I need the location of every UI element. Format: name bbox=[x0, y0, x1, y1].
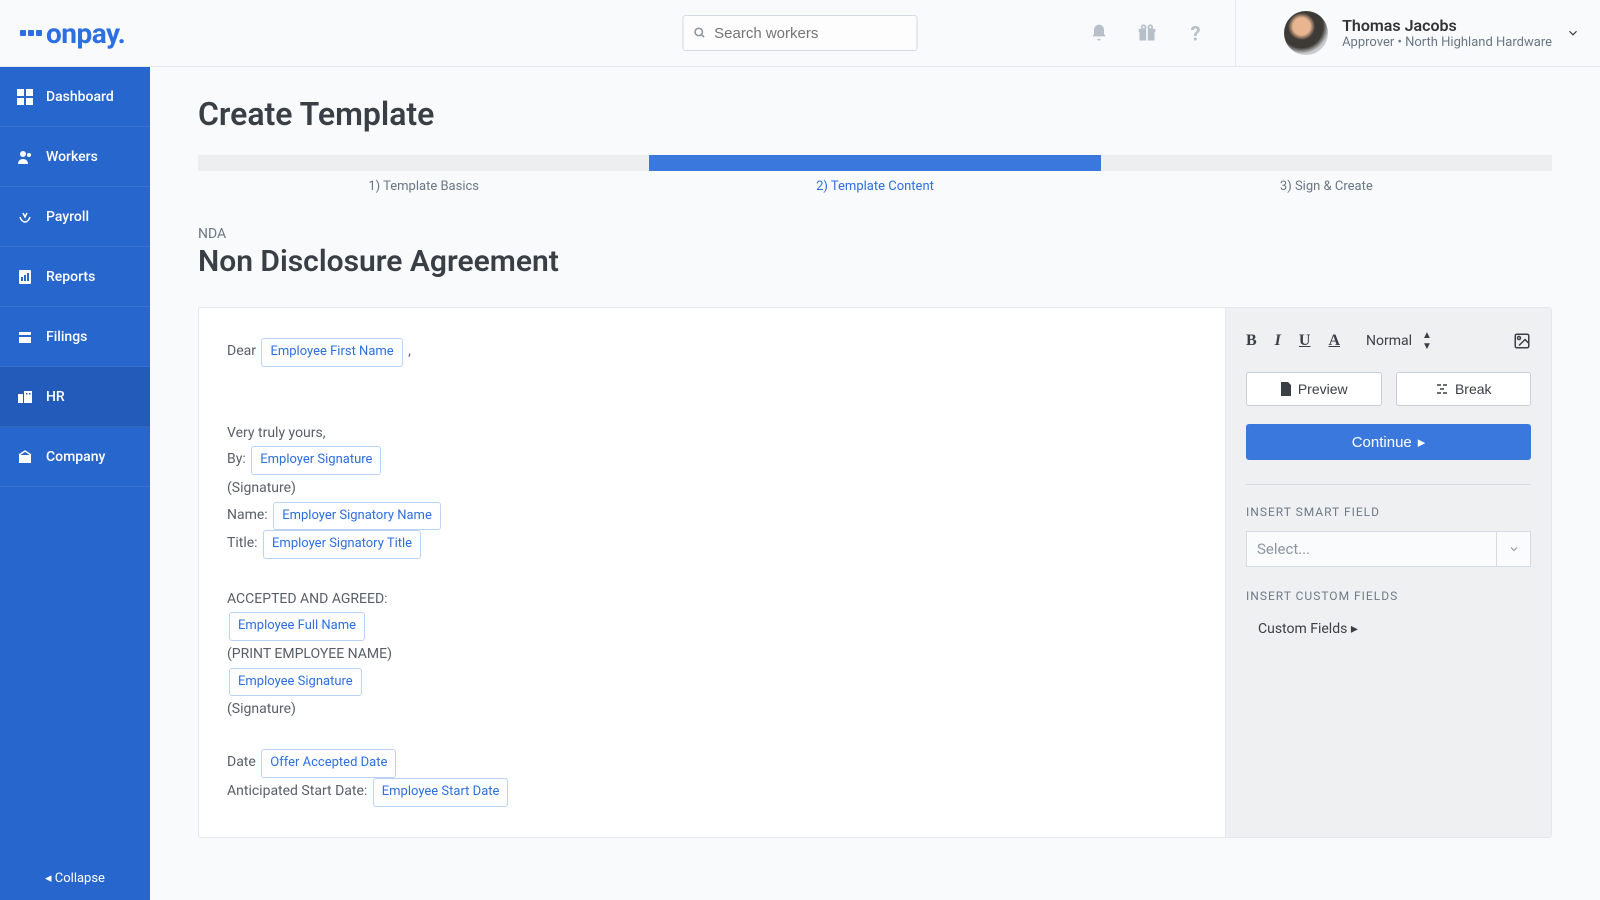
step-label-3[interactable]: 3) Sign & Create bbox=[1101, 179, 1552, 194]
underline-button[interactable]: U bbox=[1299, 332, 1311, 350]
user-name: Thomas Jacobs bbox=[1342, 16, 1552, 35]
step-bar-1[interactable] bbox=[198, 155, 649, 171]
editor[interactable]: Dear Employee First Name , Very truly yo… bbox=[199, 308, 1225, 837]
token-offer-accepted-date[interactable]: Offer Accepted Date bbox=[261, 749, 396, 778]
help-icon[interactable]: ? bbox=[1185, 22, 1207, 44]
filings-icon bbox=[16, 329, 34, 345]
step-label-2[interactable]: 2) Template Content bbox=[649, 179, 1100, 194]
sidebar-item-payroll[interactable]: Payroll bbox=[0, 187, 150, 247]
break-button[interactable]: Break bbox=[1396, 372, 1532, 406]
token-employer-signature[interactable]: Employer Signature bbox=[251, 446, 381, 475]
step-bar-2[interactable] bbox=[649, 155, 1100, 171]
format-toolbar: B I U A Normal ▲▼ bbox=[1246, 330, 1531, 352]
editor-wrap: Dear Employee First Name , Very truly yo… bbox=[198, 307, 1552, 838]
sidebar: Dashboard Workers Payroll Reports Filing… bbox=[0, 67, 150, 900]
search-input-wrap[interactable] bbox=[683, 15, 918, 51]
workers-icon bbox=[16, 149, 34, 165]
token-employee-start-date[interactable]: Employee Start Date bbox=[373, 778, 509, 807]
sidebar-item-company[interactable]: Company bbox=[0, 427, 150, 487]
continue-button[interactable]: Continue ▸ bbox=[1246, 424, 1531, 460]
sidebar-item-workers[interactable]: Workers bbox=[0, 127, 150, 187]
logo[interactable]: onpay. bbox=[20, 17, 125, 50]
page-title: Create Template bbox=[198, 95, 1552, 133]
hr-icon bbox=[16, 389, 34, 405]
token-employee-full-name[interactable]: Employee Full Name bbox=[229, 612, 365, 641]
user-menu[interactable]: Thomas Jacobs Approver • North Highland … bbox=[1264, 11, 1580, 55]
sidebar-item-filings[interactable]: Filings bbox=[0, 307, 150, 367]
custom-fields-label: INSERT CUSTOM FIELDS bbox=[1246, 589, 1531, 603]
sidebar-item-reports[interactable]: Reports bbox=[0, 247, 150, 307]
preview-button[interactable]: Preview bbox=[1246, 372, 1382, 406]
image-icon[interactable] bbox=[1513, 332, 1531, 350]
smart-field-select[interactable]: Select... bbox=[1246, 531, 1531, 567]
step-bar-3[interactable] bbox=[1101, 155, 1552, 171]
token-employee-signature[interactable]: Employee Signature bbox=[229, 668, 362, 697]
text-color-button[interactable]: A bbox=[1328, 332, 1340, 350]
token-employer-signatory-name[interactable]: Employer Signatory Name bbox=[273, 502, 441, 531]
italic-button[interactable]: I bbox=[1275, 332, 1281, 350]
divider bbox=[1246, 484, 1531, 485]
caret-right-icon: ▸ bbox=[1418, 433, 1426, 451]
document-icon bbox=[1280, 382, 1292, 396]
logo-text: onpay. bbox=[46, 17, 125, 50]
topbar: onpay. ? Thomas Jacobs Approver • North … bbox=[0, 0, 1600, 67]
token-employer-signatory-title[interactable]: Employer Signatory Title bbox=[263, 530, 421, 559]
chevron-down-icon bbox=[1566, 26, 1580, 40]
sidebar-item-label: Dashboard bbox=[46, 89, 114, 105]
logo-icon bbox=[20, 30, 42, 36]
main-content: Create Template 1) Template Basics 2) Te… bbox=[150, 67, 1600, 900]
company-icon bbox=[16, 449, 34, 465]
sidebar-item-label: Filings bbox=[46, 329, 87, 345]
custom-fields-link[interactable]: Custom Fields ▸ bbox=[1246, 615, 1531, 643]
search-input[interactable] bbox=[714, 25, 906, 42]
bell-icon[interactable] bbox=[1089, 23, 1109, 43]
sidebar-item-label: Workers bbox=[46, 149, 98, 165]
search-icon bbox=[694, 26, 707, 40]
sidebar-item-label: Company bbox=[46, 449, 105, 465]
sidebar-item-label: Payroll bbox=[46, 209, 89, 225]
chevron-down-icon bbox=[1496, 532, 1530, 566]
sidebar-item-hr[interactable]: HR bbox=[0, 367, 150, 427]
break-icon bbox=[1435, 382, 1449, 396]
token-first-name[interactable]: Employee First Name bbox=[261, 338, 402, 367]
bold-button[interactable]: B bbox=[1246, 332, 1257, 350]
side-panel: B I U A Normal ▲▼ Preview Break Continue… bbox=[1225, 308, 1551, 837]
doc-tag: NDA bbox=[198, 226, 1552, 242]
user-subtitle: Approver • North Highland Hardware bbox=[1342, 35, 1552, 50]
payroll-icon bbox=[16, 209, 34, 225]
smart-field-label: INSERT SMART FIELD bbox=[1246, 505, 1531, 519]
doc-title: Non Disclosure Agreement bbox=[198, 244, 1552, 279]
stepper bbox=[198, 155, 1552, 171]
divider bbox=[1235, 0, 1236, 67]
dashboard-icon bbox=[16, 89, 34, 105]
caret-right-icon: ▸ bbox=[1351, 621, 1358, 637]
svg-text:?: ? bbox=[1191, 22, 1201, 44]
sidebar-item-dashboard[interactable]: Dashboard bbox=[0, 67, 150, 127]
font-size-select[interactable]: Normal ▲▼ bbox=[1366, 330, 1432, 352]
sidebar-item-label: Reports bbox=[46, 269, 95, 285]
step-label-1[interactable]: 1) Template Basics bbox=[198, 179, 649, 194]
reports-icon bbox=[16, 269, 34, 285]
avatar bbox=[1284, 11, 1328, 55]
sidebar-item-label: HR bbox=[46, 389, 65, 405]
gift-icon[interactable] bbox=[1137, 23, 1157, 43]
collapse-button[interactable]: ◂ Collapse bbox=[0, 857, 150, 900]
